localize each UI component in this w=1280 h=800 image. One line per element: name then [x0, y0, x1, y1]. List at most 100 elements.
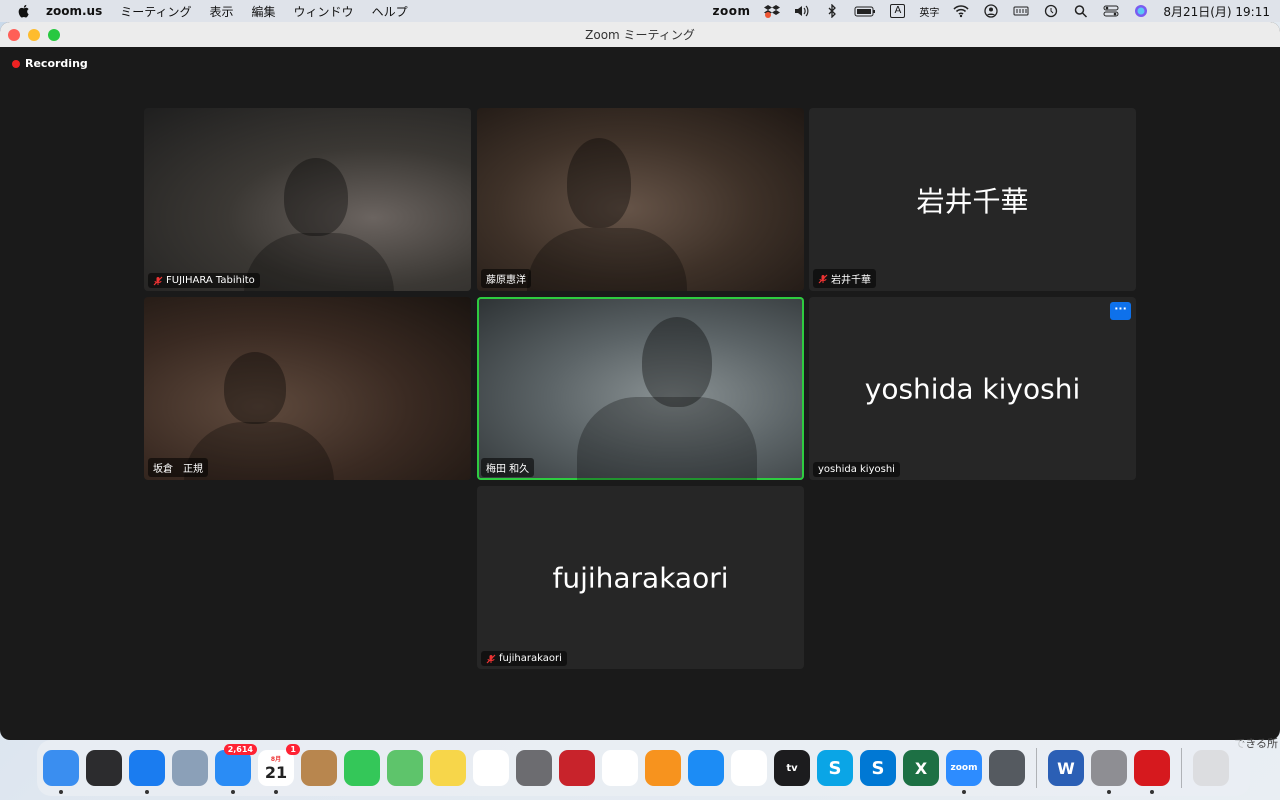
close-window-button[interactable]: [8, 29, 20, 41]
skype-icon[interactable]: S: [817, 750, 853, 786]
user-account-icon[interactable]: [983, 4, 999, 18]
participant-video-head: [224, 352, 286, 424]
excel-icon[interactable]: X: [903, 750, 939, 786]
photo-booth-icon[interactable]: [559, 750, 595, 786]
participant-tile-sakakura-masanori[interactable]: 坂倉 正規: [144, 297, 471, 480]
running-indicator: [145, 790, 149, 794]
system-settings-icon[interactable]: [1091, 750, 1127, 794]
participant-name-tag: 藤原惠洋: [481, 269, 531, 288]
running-indicator: [962, 790, 966, 794]
excel-label: X: [914, 758, 928, 778]
recording-label: Recording: [25, 57, 88, 70]
clock[interactable]: 8月21日(月) 19:11: [1163, 3, 1270, 20]
calendar-day: 21: [264, 763, 288, 782]
recording-dot-icon: [12, 59, 20, 68]
window-controls: [8, 29, 60, 41]
participant-video-head: [567, 138, 631, 228]
notes-icon[interactable]: [430, 750, 466, 786]
dropbox-icon[interactable]: [764, 4, 781, 18]
apple-menu-icon[interactable]: [16, 3, 32, 19]
preview-icon[interactable]: [172, 750, 208, 786]
status-area: zoom A 英字 8月21日(月) 19:11: [713, 0, 1270, 22]
control-center-icon[interactable]: [1103, 4, 1119, 18]
participant-tile-umeda-kazuhisa[interactable]: 梅田 和久: [477, 297, 804, 480]
safari-icon[interactable]: [129, 750, 165, 794]
bluetooth-icon[interactable]: [824, 4, 840, 18]
minimize-window-button[interactable]: [28, 29, 40, 41]
menu-window[interactable]: ウィンドウ: [294, 3, 354, 20]
zoom-meeting-window: Zoom ミーティング Recording FUJIHARA Tabihito …: [0, 22, 1280, 740]
participant-center-name: 岩井千華: [916, 184, 1029, 218]
participant-tile-iwai-chika[interactable]: 岩井千華 岩井千華: [809, 108, 1136, 291]
finder-icon[interactable]: [43, 750, 79, 794]
fullscreen-window-button[interactable]: [48, 29, 60, 41]
zoom-status-icon[interactable]: zoom: [713, 4, 751, 18]
zoom-icon[interactable]: zoom: [946, 750, 982, 794]
skype-icon-2[interactable]: S: [860, 750, 896, 786]
trend-micro-icon[interactable]: [1134, 750, 1170, 794]
battery-icon[interactable]: [854, 4, 876, 18]
menu-meeting[interactable]: ミーティング: [120, 3, 191, 20]
mail-icon[interactable]: 2,614: [215, 744, 257, 794]
calendar-month: 8月: [270, 756, 282, 763]
mission-control-icon[interactable]: [86, 750, 122, 786]
spotlight-search-icon[interactable]: [1073, 4, 1089, 18]
siri-icon[interactable]: [1133, 4, 1149, 18]
recording-indicator[interactable]: Recording: [12, 57, 88, 70]
participant-tile-fujiharakaori[interactable]: fujiharakaori fujiharakaori: [477, 486, 804, 669]
dock: 2,614 8月 21 1 tv S S X zoom W: [37, 740, 1250, 796]
participant-name-tag: yoshida kiyoshi: [813, 462, 900, 477]
photos-icon[interactable]: [602, 750, 638, 786]
participant-tile-yoshida-kiyoshi[interactable]: ··· yoshida kiyoshi yoshida kiyoshi: [809, 297, 1136, 480]
dock-separator: [1036, 748, 1037, 788]
word-icon[interactable]: W: [1048, 750, 1084, 786]
mail-badge: 2,614: [223, 744, 257, 755]
participant-tile-fujihara-keiyou[interactable]: 藤原惠洋: [477, 108, 804, 291]
input-method-icon[interactable]: A: [890, 4, 906, 18]
participant-tile-fujihara-tabihito[interactable]: FUJIHARA Tabihito: [144, 108, 471, 291]
participant-video-head: [642, 317, 712, 407]
mic-muted-icon: [818, 274, 828, 283]
input-method-label[interactable]: 英字: [919, 4, 939, 19]
apple-tv-icon[interactable]: tv: [774, 750, 810, 786]
app-menu[interactable]: zoom.us: [46, 4, 102, 18]
participant-name: yoshida kiyoshi: [818, 464, 895, 475]
participant-name: 藤原惠洋: [486, 275, 526, 286]
freeform-icon[interactable]: [473, 750, 509, 786]
participant-name: fujiharakaori: [499, 653, 562, 664]
apple-tv-label: tv: [786, 762, 798, 774]
books-icon[interactable]: [645, 750, 681, 786]
messages-icon[interactable]: [344, 750, 380, 786]
participant-name: FUJIHARA Tabihito: [166, 275, 255, 286]
app-store-icon[interactable]: [688, 750, 724, 786]
menu-edit[interactable]: 編集: [252, 3, 276, 20]
zoom-label: zoom: [950, 763, 978, 773]
prism-icon[interactable]: [989, 750, 1025, 786]
calendar-icon[interactable]: 8月 21 1: [258, 744, 300, 794]
wifi-icon[interactable]: [953, 4, 969, 18]
participant-name: 梅田 和久: [486, 464, 530, 475]
volume-icon[interactable]: [794, 4, 810, 18]
maps-icon[interactable]: [387, 750, 423, 786]
participant-name-tag: FUJIHARA Tabihito: [148, 273, 260, 288]
menu-bar: zoom.us ミーティング 表示 編集 ウィンドウ ヘルプ zoom A 英字…: [0, 0, 1280, 22]
time-machine-icon[interactable]: [1043, 4, 1059, 18]
participant-more-options-button[interactable]: ···: [1110, 302, 1131, 320]
trash-icon[interactable]: [1193, 750, 1229, 786]
participant-name: 岩井千華: [831, 275, 871, 286]
menu-view[interactable]: 表示: [210, 3, 234, 20]
running-indicator: [274, 790, 278, 794]
word-label: W: [1057, 758, 1075, 778]
skype-label-2: S: [871, 757, 885, 779]
menu-help[interactable]: ヘルプ: [372, 3, 408, 20]
window-title: Zoom ミーティング: [585, 28, 695, 42]
participant-name-tag: fujiharakaori: [481, 651, 567, 666]
running-indicator: [59, 790, 63, 794]
participant-video-body: [527, 228, 687, 291]
participant-name-tag: 坂倉 正規: [148, 458, 208, 477]
launchpad-icon[interactable]: [516, 750, 552, 786]
participant-center-name: fujiharakaori: [552, 561, 729, 594]
contacts-icon[interactable]: [301, 750, 337, 786]
reminders-icon[interactable]: [731, 750, 767, 786]
memory-icon[interactable]: [1013, 4, 1029, 18]
